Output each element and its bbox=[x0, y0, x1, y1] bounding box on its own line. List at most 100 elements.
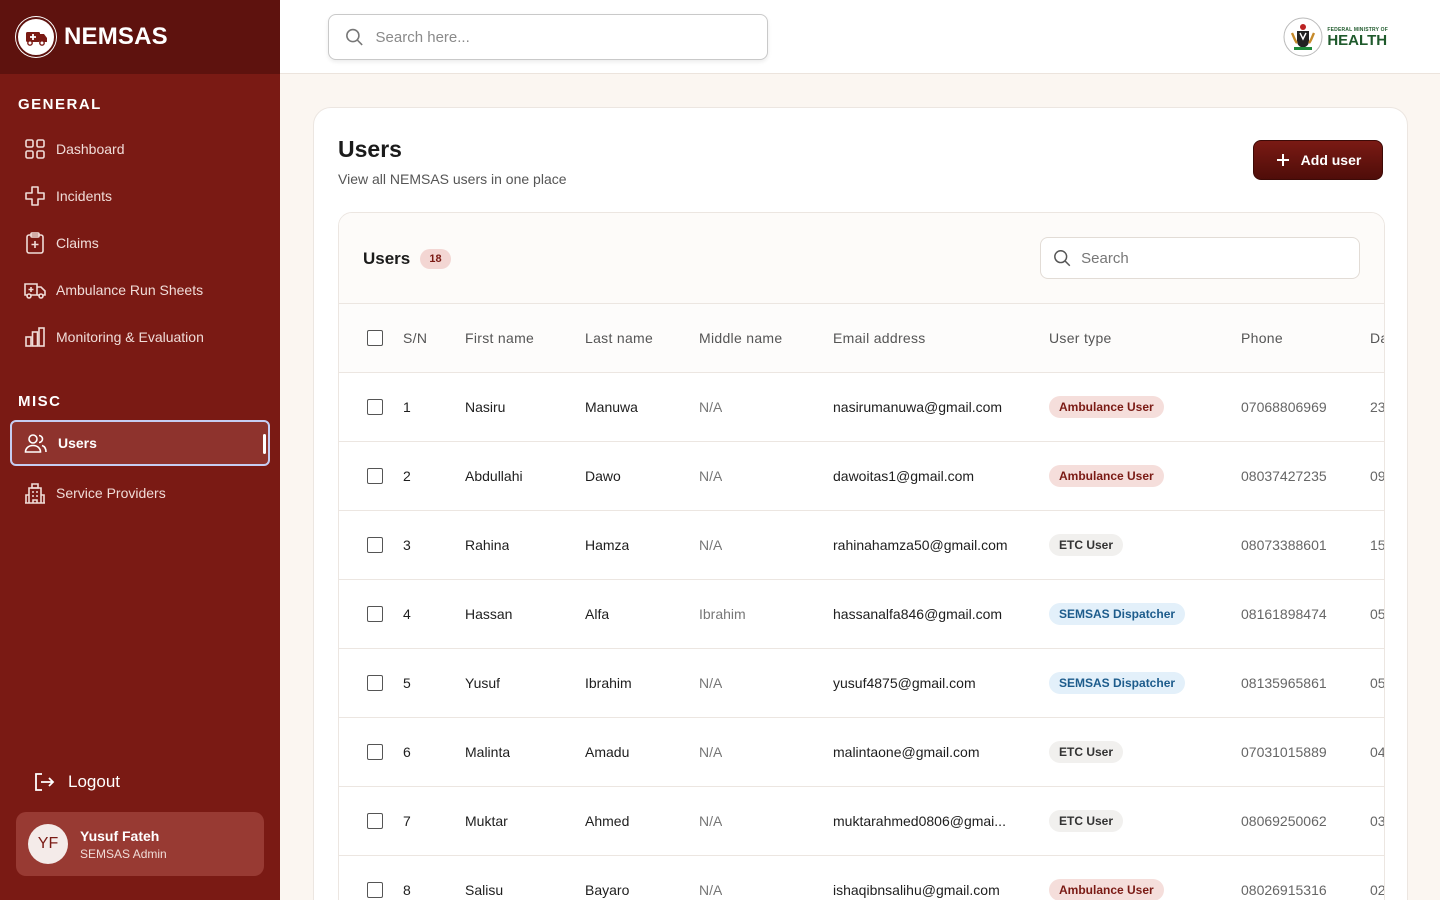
table-row[interactable]: 3 Rahina Hamza N/A rahinahamza50@gmail.com ET… bbox=[339, 510, 1385, 579]
cell-phone: 07068806969 bbox=[1241, 399, 1327, 415]
sidebar-item-label: Claims bbox=[56, 235, 99, 251]
sidebar-item-service-providers[interactable]: Service Providers bbox=[10, 470, 270, 516]
sidebar-item-label: Ambulance Run Sheets bbox=[56, 282, 204, 298]
sidebar-item-monitoring-evaluation[interactable]: Monitoring & Evaluation bbox=[10, 314, 270, 360]
cell-date: 05 bbox=[1370, 675, 1385, 691]
column-header-last-name[interactable]: Last name bbox=[585, 304, 653, 372]
cell-middle-name: Ibrahim bbox=[699, 606, 746, 622]
select-all-checkbox[interactable] bbox=[367, 330, 383, 346]
medical-cross-icon bbox=[25, 186, 45, 206]
cell-email: yusuf4875@gmail.com bbox=[833, 675, 976, 691]
column-header-first-name[interactable]: First name bbox=[465, 304, 534, 372]
brand[interactable]: NEMSAS bbox=[0, 0, 280, 74]
row-checkbox[interactable] bbox=[367, 744, 383, 760]
cell-last-name: Ibrahim bbox=[585, 675, 632, 691]
cell-email: ishaqibnsalihu@gmail.com bbox=[833, 882, 1000, 898]
table-search[interactable] bbox=[1040, 237, 1360, 279]
column-header-middle-name[interactable]: Middle name bbox=[699, 304, 782, 372]
cell-first-name: Abdullahi bbox=[465, 468, 523, 484]
building-icon bbox=[25, 483, 45, 504]
cell-last-name: Bayaro bbox=[585, 882, 630, 898]
table-row[interactable]: 8 Salisu Bayaro N/A ishaqibnsalihu@gmail.com… bbox=[339, 855, 1385, 900]
column-header-phone[interactable]: Phone bbox=[1241, 304, 1283, 372]
grid-icon bbox=[25, 139, 45, 159]
row-checkbox[interactable] bbox=[367, 537, 383, 553]
table-title: Users bbox=[363, 249, 411, 268]
table-header-row: S/N First name Last name Middle name Ema… bbox=[339, 303, 1384, 372]
cell-date: 04 bbox=[1370, 744, 1385, 760]
section-label-misc: MISC bbox=[18, 393, 62, 410]
sidebar-item-ambulance-run-sheets[interactable]: Ambulance Run Sheets bbox=[10, 267, 270, 313]
sidebar-item-claims[interactable]: Claims bbox=[10, 220, 270, 266]
cell-middle-name: N/A bbox=[699, 399, 723, 415]
profile-name: Yusuf Fateh bbox=[80, 827, 160, 844]
users-table-panel: Users 18 S/N First name Last name Middle… bbox=[338, 212, 1385, 900]
row-checkbox[interactable] bbox=[367, 399, 383, 415]
table-row[interactable]: 7 Muktar Ahmed N/A muktarahmed0806@gmai... ET… bbox=[339, 786, 1384, 855]
cell-date: 23 bbox=[1370, 399, 1385, 415]
cell-first-name: Malinta bbox=[465, 744, 511, 760]
cell-email: dawoitas1@gmail.com bbox=[833, 468, 975, 484]
cell-last-name: Ahmed bbox=[585, 813, 630, 829]
cell-last-name: Dawo bbox=[585, 468, 621, 484]
table-row[interactable]: 5 Yusuf Ibrahim N/A yusuf4875@gmail.com SEMSA… bbox=[339, 648, 1385, 717]
cell-middle-name: N/A bbox=[699, 813, 723, 829]
logout-label: Logout bbox=[68, 772, 120, 791]
table-row[interactable]: 6 Malinta Amadu N/A malintaone@gmail.com ETC … bbox=[339, 717, 1385, 786]
plus-icon bbox=[1276, 154, 1289, 166]
nemsas-logo-icon bbox=[16, 17, 56, 57]
cell-sn: 3 bbox=[403, 537, 411, 553]
table-row[interactable]: 2 Abdullahi Dawo N/A dawoitas1@gmail.com Ambu… bbox=[339, 441, 1384, 510]
sidebar-item-label: Service Providers bbox=[56, 485, 166, 501]
sidebar-item-label: Monitoring & Evaluation bbox=[56, 329, 204, 345]
search-icon bbox=[1054, 250, 1071, 267]
sidebar-item-incidents[interactable]: Incidents bbox=[10, 173, 270, 219]
cell-date: 15 bbox=[1370, 537, 1385, 553]
row-checkbox[interactable] bbox=[367, 675, 383, 691]
cell-middle-name: N/A bbox=[699, 882, 723, 898]
cell-first-name: Hassan bbox=[465, 606, 513, 622]
page-title: Users bbox=[338, 136, 402, 162]
users-table: S/N First name Last name Middle name Ema… bbox=[339, 303, 1385, 900]
row-checkbox[interactable] bbox=[367, 882, 383, 898]
global-search[interactable] bbox=[328, 14, 768, 60]
sidebar-item-dashboard[interactable]: Dashboard bbox=[10, 126, 270, 172]
cell-sn: 4 bbox=[403, 606, 411, 622]
clipboard-plus-icon bbox=[26, 232, 44, 254]
user-type-badge: SEMSAS Dispatcher bbox=[1049, 603, 1186, 625]
cell-sn: 1 bbox=[403, 399, 411, 415]
column-header-email[interactable]: Email address bbox=[833, 304, 926, 372]
cell-date: 02 bbox=[1370, 882, 1385, 898]
sidebar-item-users[interactable]: Users bbox=[10, 420, 270, 466]
user-type-badge: SEMSAS Dispatcher bbox=[1049, 672, 1186, 694]
add-user-button[interactable]: Add user bbox=[1253, 140, 1383, 180]
column-header-user-type[interactable]: User type bbox=[1049, 304, 1112, 372]
column-header-sn[interactable]: S/N bbox=[403, 304, 427, 372]
cell-sn: 7 bbox=[403, 813, 411, 829]
logout-icon bbox=[35, 773, 55, 791]
brand-name: NEMSAS bbox=[64, 23, 168, 50]
table-row[interactable]: 1 Nasiru Manuwa N/A nasirumanuwa@gmail.com Am… bbox=[339, 372, 1385, 441]
table-search-input[interactable] bbox=[1081, 249, 1359, 267]
bar-chart-icon bbox=[25, 327, 45, 347]
cell-phone: 08037427235 bbox=[1241, 468, 1327, 484]
sidebar-item-label: Users bbox=[58, 435, 97, 451]
global-search-input[interactable] bbox=[375, 28, 767, 46]
table-header-bar: Users 18 bbox=[339, 213, 1384, 303]
table-row[interactable]: 4 Hassan Alfa Ibrahim hassanalfa846@gmail.co… bbox=[339, 579, 1384, 648]
cell-sn: 6 bbox=[403, 744, 411, 760]
ministry-logo: FEDERAL MINISTRY OF HEALTH bbox=[1283, 17, 1388, 57]
cell-email: hassanalfa846@gmail.com bbox=[833, 606, 1003, 622]
column-header-date[interactable]: Da bbox=[1370, 304, 1384, 372]
cell-middle-name: N/A bbox=[699, 675, 723, 691]
cell-last-name: Alfa bbox=[585, 606, 610, 622]
row-checkbox[interactable] bbox=[367, 468, 383, 484]
cell-phone: 08069250062 bbox=[1241, 813, 1327, 829]
logout-button[interactable]: Logout bbox=[32, 770, 120, 794]
profile-role: SEMSAS Admin bbox=[80, 846, 167, 861]
cell-phone: 08161898474 bbox=[1241, 606, 1327, 622]
add-user-label: Add user bbox=[1300, 152, 1362, 168]
row-checkbox[interactable] bbox=[367, 606, 383, 622]
user-profile-card[interactable]: YF Yusuf Fateh SEMSAS Admin bbox=[16, 812, 264, 876]
row-checkbox[interactable] bbox=[367, 813, 383, 829]
